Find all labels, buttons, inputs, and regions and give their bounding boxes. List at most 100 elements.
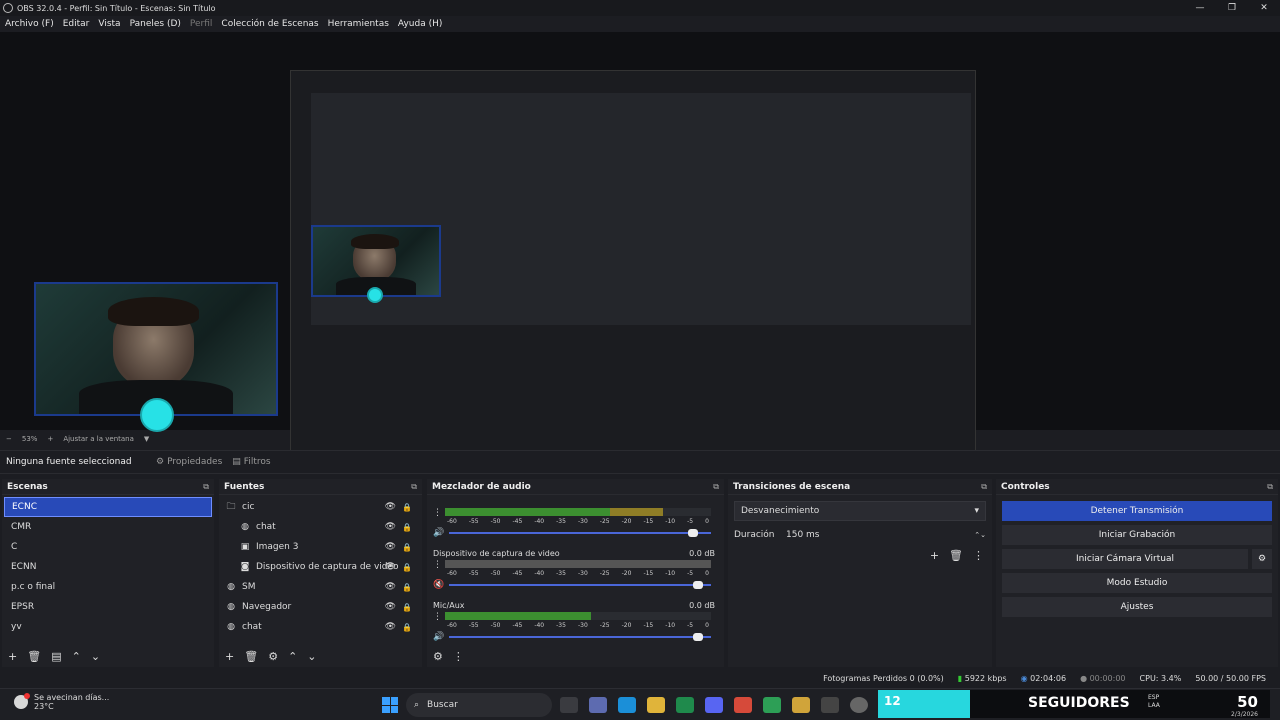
eye-icon[interactable]: 👁 (385, 582, 396, 592)
lock-icon[interactable]: 🔒 (402, 563, 412, 572)
menu-editar[interactable]: Editar (63, 19, 90, 29)
file-explorer-icon[interactable] (647, 697, 665, 713)
windows-start-icon[interactable] (382, 697, 398, 713)
fit-window-button[interactable]: Ajustar a la ventana (63, 435, 134, 443)
undock-icon[interactable]: ⧉ (411, 482, 417, 492)
menu-paneles[interactable]: Paneles (D) (130, 19, 181, 29)
settings-app-icon[interactable] (589, 697, 607, 713)
clock[interactable]: 50 2/3/2026 (1231, 693, 1258, 718)
close-button[interactable]: ✕ (1248, 0, 1280, 16)
maximize-button[interactable]: ❐ (1216, 0, 1248, 16)
speaker-icon[interactable]: 🔊 (433, 528, 444, 538)
eye-icon[interactable]: 👁 (385, 622, 396, 632)
remove-transition-button[interactable]: 🗑 (949, 549, 963, 562)
scene-item[interactable]: ECNC (4, 497, 212, 517)
filters-button[interactable]: ▤ Filtros (232, 457, 270, 467)
weather-widget[interactable]: Se avecinan días... 23°C (14, 693, 109, 711)
properties-button[interactable]: ⚙ Propiedades (156, 457, 222, 467)
edge-icon[interactable] (618, 697, 636, 713)
language-indicator[interactable]: ESP LAA (1148, 694, 1160, 710)
lock-icon[interactable]: 🔒 (402, 503, 412, 512)
remove-source-button[interactable]: 🗑 (244, 650, 258, 663)
eye-icon[interactable]: 👁 (385, 562, 396, 572)
taskbar-search[interactable]: ⌕ Buscar (406, 693, 552, 717)
eye-icon[interactable]: 👁 (385, 502, 396, 512)
undock-icon[interactable]: ⧉ (1267, 482, 1273, 492)
volume-slider[interactable] (449, 529, 711, 537)
virtual-camera-settings-button[interactable]: ⚙ (1252, 549, 1272, 569)
discord-icon[interactable] (705, 697, 723, 713)
eye-icon[interactable]: 👁 (385, 602, 396, 612)
zoom-dropdown-icon[interactable]: ▼ (144, 435, 149, 443)
source-item[interactable]: ◍ chat 👁 🔒 (219, 517, 422, 537)
remove-scene-button[interactable]: 🗑 (27, 650, 41, 663)
undock-icon[interactable]: ⧉ (713, 482, 719, 492)
menu-archivo[interactable]: Archivo (F) (5, 19, 54, 29)
lock-icon[interactable]: 🔒 (402, 523, 412, 532)
lock-icon[interactable]: 🔒 (402, 603, 412, 612)
scene-item[interactable]: p.c o final (4, 577, 212, 597)
scene-item[interactable]: CMR (4, 517, 212, 537)
eye-icon[interactable]: 👁 (385, 542, 396, 552)
move-source-up-button[interactable]: ⌃ (288, 650, 297, 663)
stop-streaming-button[interactable]: Detener Transmisión (1002, 501, 1272, 521)
transition-select[interactable]: Desvanecimiento ▾ (734, 501, 986, 521)
menu-coleccion-escenas[interactable]: Colección de Escenas (221, 19, 318, 29)
lock-icon[interactable]: 🔒 (402, 623, 412, 632)
start-virtual-camera-button[interactable]: Iniciar Cámara Virtual (1002, 549, 1248, 569)
source-item[interactable]: ◍ SM 👁 🔒 (219, 577, 422, 597)
move-scene-down-button[interactable]: ⌄ (91, 650, 100, 663)
studio-mode-button[interactable]: Modo Estudio (1002, 573, 1272, 593)
lock-icon[interactable]: 🔒 (402, 583, 412, 592)
scene-item[interactable]: EPSR (4, 597, 212, 617)
move-scene-up-button[interactable]: ⌃ (72, 650, 81, 663)
excel-icon[interactable] (676, 697, 694, 713)
start-recording-button[interactable]: Iniciar Grabación (1002, 525, 1272, 545)
obs-taskbar-icon[interactable] (850, 697, 868, 713)
source-item[interactable]: ◍ chat 👁 🔒 (219, 617, 422, 637)
slider-handle[interactable] (693, 633, 704, 641)
minimize-button[interactable]: — (1184, 0, 1216, 16)
slider-handle[interactable] (687, 529, 698, 537)
duration-stepper-icon[interactable]: ⌃⌄ (974, 531, 986, 539)
scene-item[interactable]: yv (4, 617, 212, 637)
speaker-icon[interactable]: 🔊 (433, 632, 444, 642)
eye-icon[interactable]: 👁 (385, 522, 396, 532)
zoom-in-button[interactable]: + (47, 435, 53, 443)
channel-menu-icon[interactable]: ⋮ (433, 560, 442, 570)
channel-menu-icon[interactable]: ⋮ (433, 508, 442, 518)
advanced-audio-button[interactable]: ⚙ (433, 650, 443, 663)
chrome-profile-icon[interactable] (763, 697, 781, 713)
source-item[interactable]: ▣ Imagen 3 👁 🔒 (219, 537, 422, 557)
scene-filters-button[interactable]: ▤ (51, 650, 61, 663)
zoom-out-button[interactable]: − (6, 435, 12, 443)
source-item[interactable]: 🗀 cic 👁 🔒 (219, 497, 422, 517)
source-item[interactable]: ◙ Dispositivo de captura de video 👁 🔒 (219, 557, 422, 577)
undock-icon[interactable]: ⧉ (203, 482, 209, 492)
volume-slider[interactable] (449, 633, 711, 641)
store-icon[interactable] (821, 697, 839, 713)
muted-speaker-icon[interactable]: 🔇 (433, 580, 444, 590)
scene-item[interactable]: ECNN (4, 557, 212, 577)
undock-icon[interactable]: ⧉ (981, 482, 987, 492)
slider-handle[interactable] (693, 581, 704, 589)
add-source-button[interactable]: + (225, 650, 234, 663)
task-view-icon[interactable] (560, 697, 578, 713)
scene-item[interactable]: C (4, 537, 212, 557)
menu-herramientas[interactable]: Herramientas (328, 19, 389, 29)
source-settings-button[interactable]: ⚙ (268, 650, 278, 663)
menu-ayuda[interactable]: Ayuda (H) (398, 19, 442, 29)
preview-canvas[interactable] (0, 32, 1280, 456)
channel-menu-icon[interactable]: ⋮ (433, 612, 442, 622)
add-transition-button[interactable]: + (930, 549, 939, 562)
lock-icon[interactable]: 🔒 (402, 543, 412, 552)
source-item[interactable]: ◍ Navegador 👁 🔒 (219, 597, 422, 617)
move-source-down-button[interactable]: ⌄ (307, 650, 316, 663)
duration-input[interactable]: 150 ms (782, 525, 974, 545)
transition-menu-button[interactable]: ⋮ (973, 549, 984, 562)
settings-button[interactable]: Ajustes (1002, 597, 1272, 617)
chrome-icon[interactable] (734, 697, 752, 713)
add-scene-button[interactable]: + (8, 650, 17, 663)
menu-vista[interactable]: Vista (98, 19, 120, 29)
mixer-menu-button[interactable]: ⋮ (453, 650, 464, 663)
